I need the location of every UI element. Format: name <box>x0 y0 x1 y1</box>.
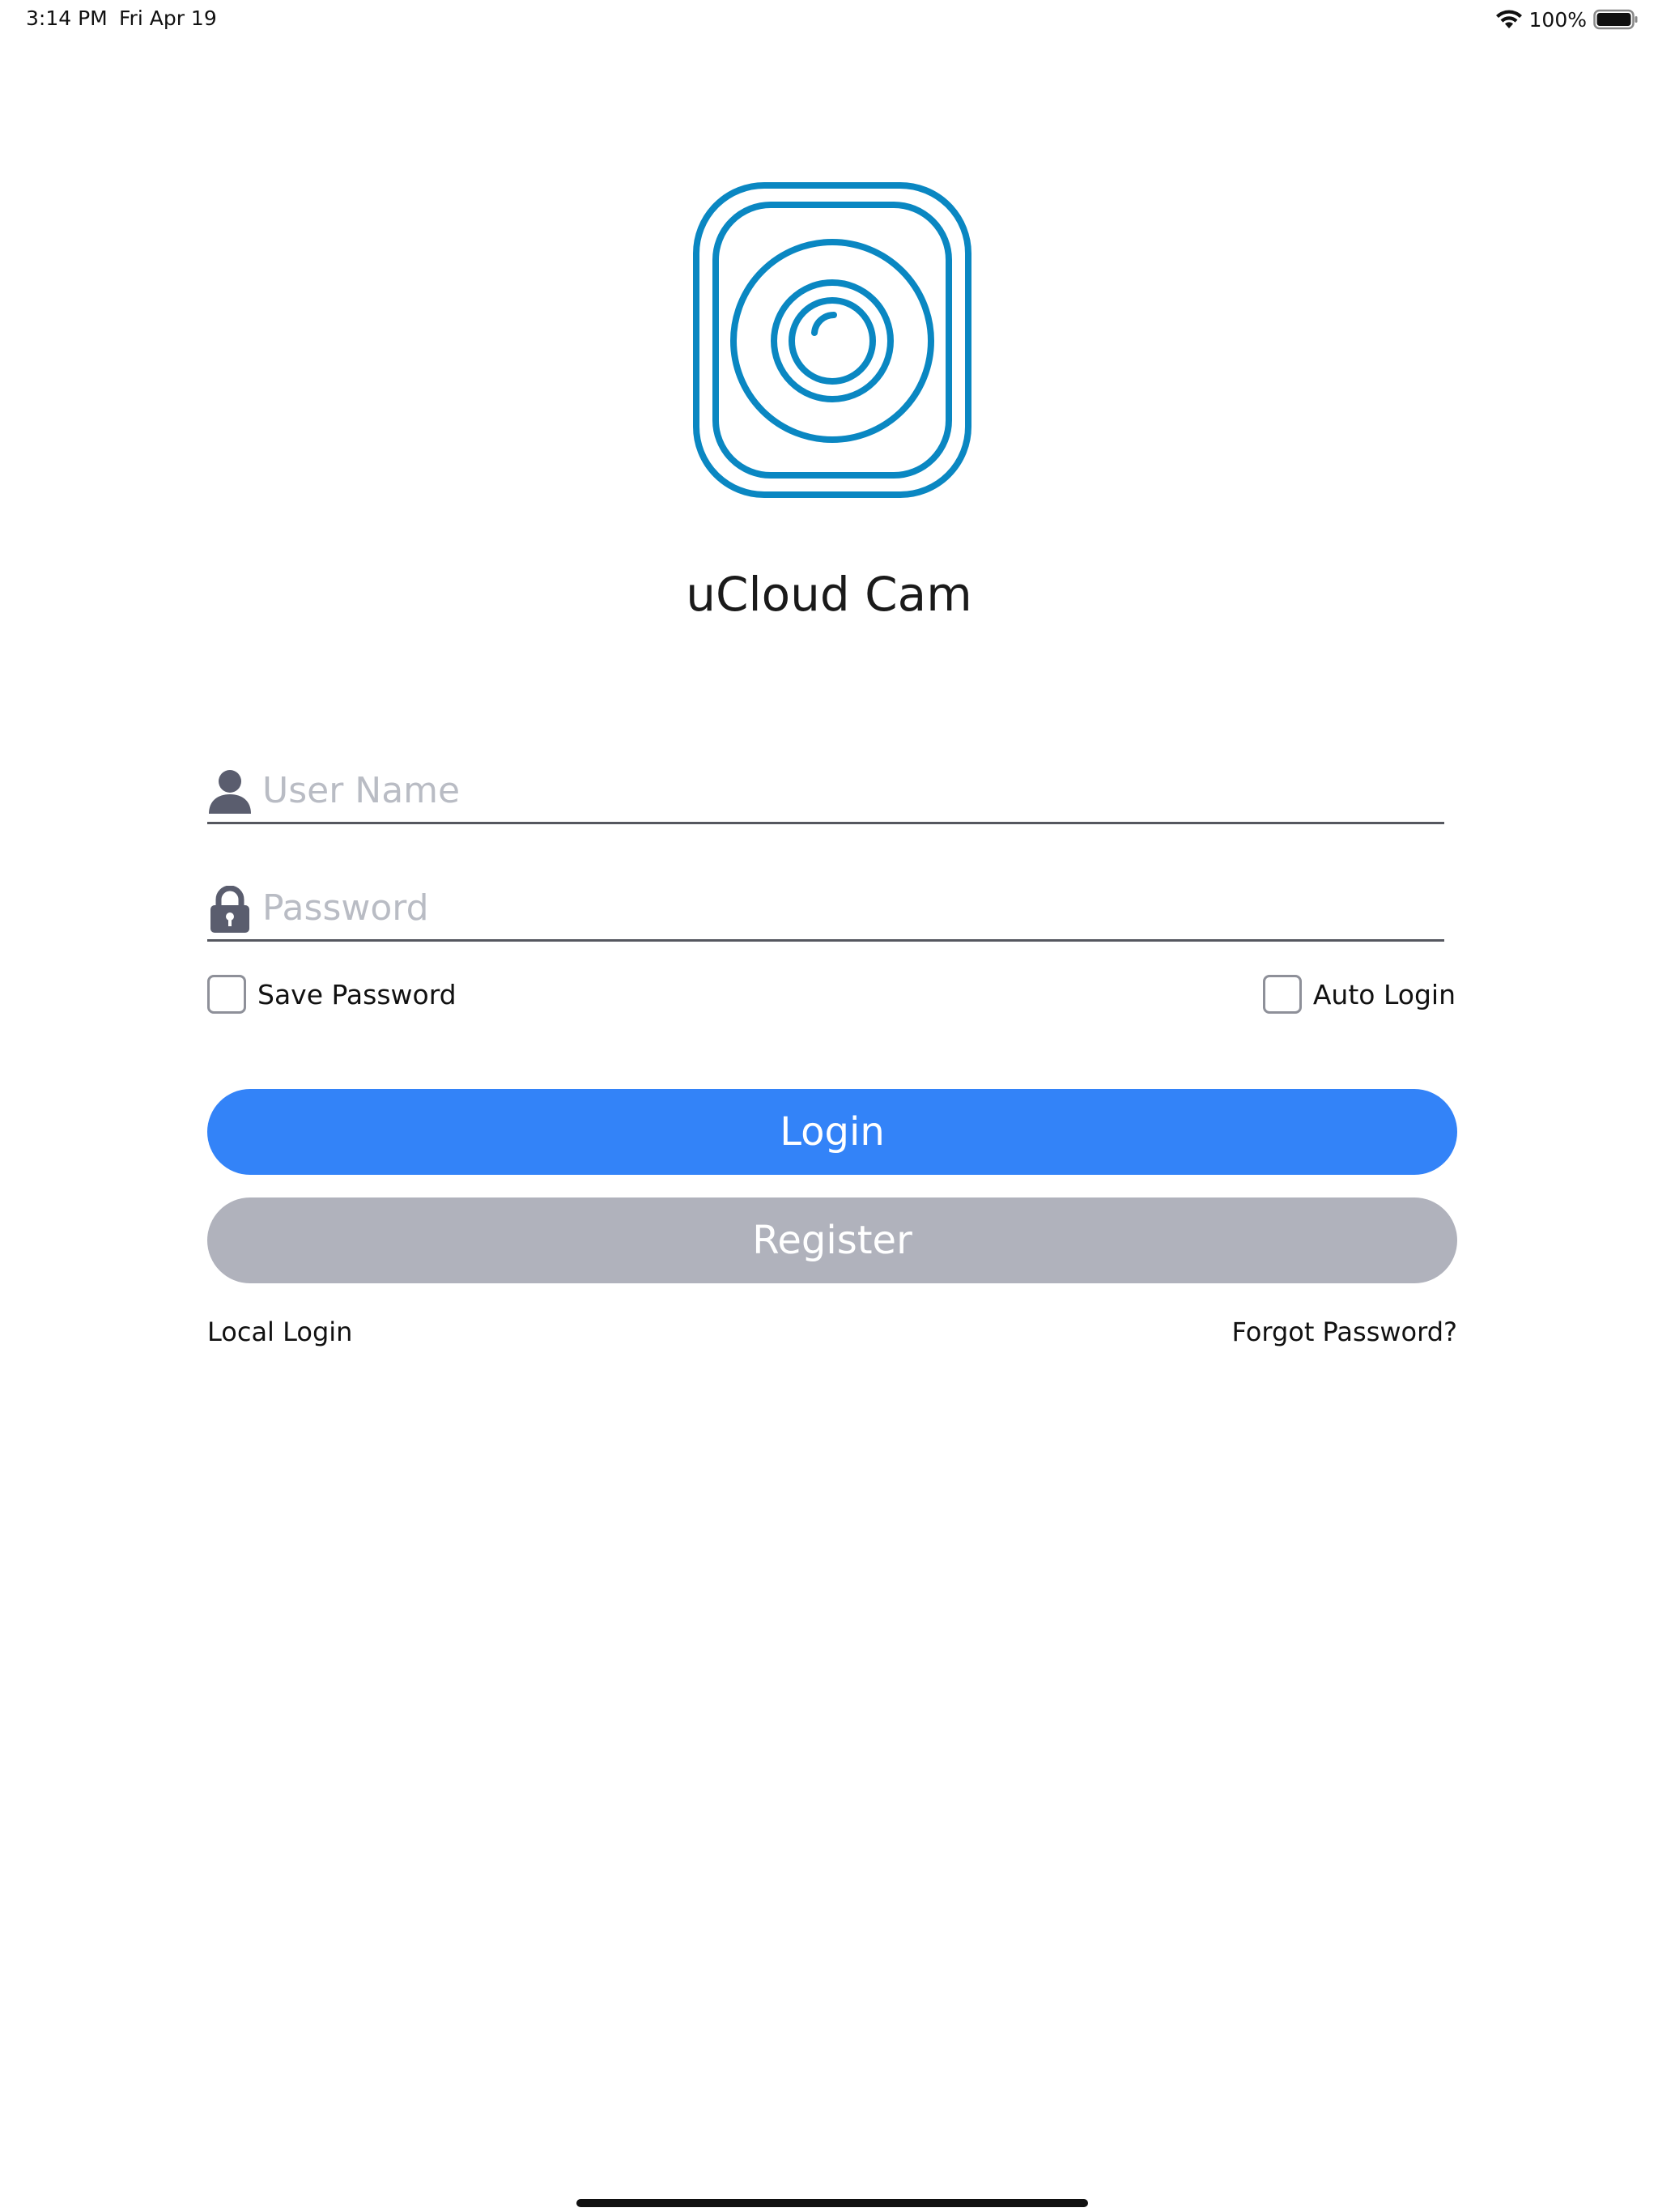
local-login-link[interactable]: Local Login <box>207 1317 352 1347</box>
username-input[interactable] <box>262 764 1428 817</box>
save-password-option[interactable]: Save Password <box>207 972 457 1017</box>
wifi-icon <box>1495 9 1523 30</box>
username-field <box>207 757 1444 824</box>
status-indicators: 100% <box>1495 6 1639 32</box>
battery-icon <box>1593 9 1639 30</box>
battery-percentage: 100% <box>1528 7 1587 32</box>
app-title: uCloud Cam <box>686 567 972 622</box>
lock-icon <box>207 885 253 933</box>
password-input[interactable] <box>262 881 1428 934</box>
status-date: Fri Apr 19 <box>119 6 217 30</box>
app-logo-camera-icon <box>693 182 971 498</box>
save-password-checkbox[interactable] <box>207 975 246 1014</box>
status-bar: 3:14 PM Fri Apr 19 100% <box>0 0 1658 39</box>
login-button[interactable]: Login <box>207 1089 1457 1175</box>
auto-login-checkbox[interactable] <box>1262 975 1302 1014</box>
status-time: 3:14 PM <box>26 6 108 30</box>
register-button[interactable]: Register <box>207 1197 1457 1283</box>
auto-login-label: Auto Login <box>1312 978 1456 1010</box>
home-indicator[interactable] <box>576 2199 1088 2207</box>
user-icon <box>207 768 253 815</box>
auto-login-option[interactable]: Auto Login <box>1262 972 1456 1017</box>
password-field <box>207 874 1444 942</box>
forgot-password-link[interactable]: Forgot Password? <box>1232 1317 1458 1347</box>
save-password-label: Save Password <box>257 978 457 1010</box>
